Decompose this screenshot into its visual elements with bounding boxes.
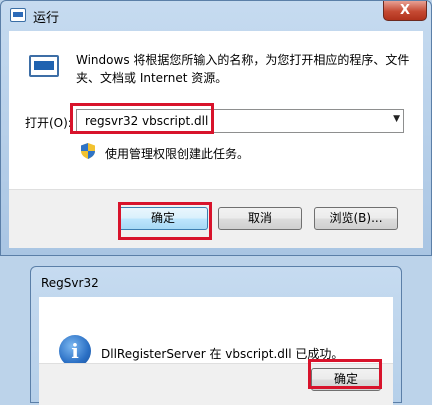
command-highlight-box (70, 103, 214, 134)
run-dialog: 运行 X Windows 将根据您所输入的名称，为您打开相应的程序、文件夹、文档… (0, 0, 432, 256)
regsvr32-ok-highlight-box (308, 359, 382, 389)
run-dialog-title: 运行 (33, 11, 60, 26)
run-titlebar[interactable]: 运行 X (1, 1, 431, 31)
admin-privilege-note: 使用管理权限创建此任务。 (105, 147, 250, 161)
browse-button[interactable]: 浏览(B)... (314, 207, 398, 230)
run-program-icon (29, 55, 59, 77)
close-button[interactable]: X (383, 1, 427, 21)
run-description: Windows 将根据您所输入的名称，为您打开相应的程序、文件夹、文档或 Int… (76, 53, 410, 85)
open-label: 打开(O): (25, 116, 72, 130)
run-icon (10, 8, 26, 22)
dropdown-arrow-icon[interactable]: ▼ (393, 114, 400, 124)
uac-shield-icon (81, 143, 95, 159)
cancel-button[interactable]: 取消 (218, 207, 302, 230)
ok-highlight-box (118, 202, 212, 240)
regsvr32-title: RegSvr32 (41, 276, 99, 290)
